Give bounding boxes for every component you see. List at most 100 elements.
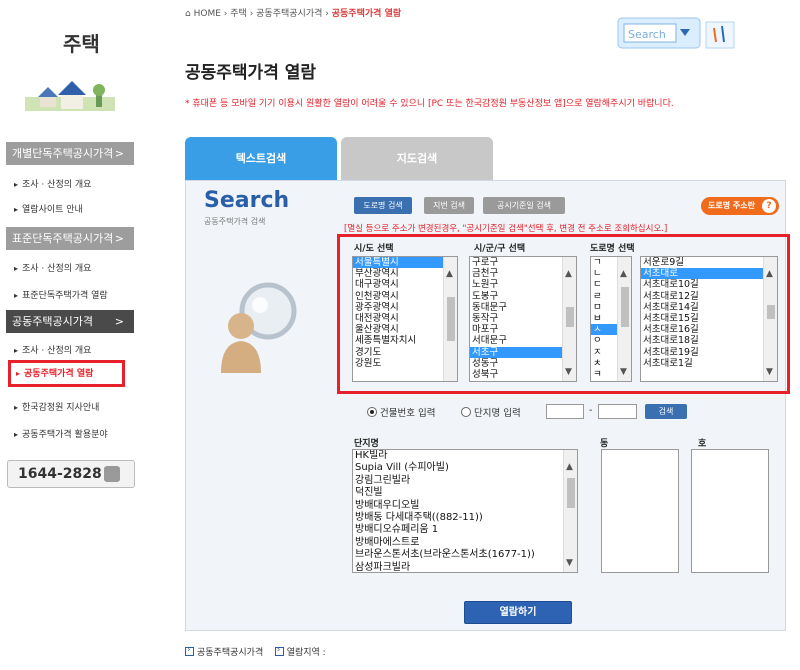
sidebar-item-apartment-view[interactable]: ▸ 공동주택가격 열람 <box>8 360 125 387</box>
list-option[interactable]: 서대문구 <box>470 335 576 346</box>
scrollbar[interactable]: ▲ <box>443 257 457 381</box>
road-address-help-button[interactable]: 도로명 주소란 ? <box>701 197 779 215</box>
list-option[interactable]: 서초대로15길 <box>641 313 777 324</box>
list-option[interactable]: 도봉구 <box>470 291 576 302</box>
question-icon: ? <box>762 199 776 213</box>
list-option[interactable]: 방배마에스트로 <box>353 537 577 549</box>
scrollbar[interactable]: ▲ ▼ <box>763 257 777 381</box>
list-option[interactable]: 성동구 <box>470 358 576 369</box>
tab-text-search[interactable]: 텍스트검색 <box>185 137 337 180</box>
lot-search-button[interactable]: 지번 검색 <box>424 197 474 214</box>
sidebar-item-branch-info[interactable]: ▸ 한국감정원 지사안내 <box>14 400 132 413</box>
breadcrumb-apartment[interactable]: 공동주택공시가격 <box>256 9 322 19</box>
road-listbox[interactable]: 서운로9길 서초대로 서초대로10길 서초대로12길 서초대로14길 서초대로15길 서초대… <box>640 256 778 382</box>
list-option[interactable]: 삼성파크빌라 <box>353 562 577 572</box>
breadcrumb-home[interactable]: HOME <box>194 9 221 19</box>
sidebar-item-standard-view[interactable]: ▸ 표준단독주택가격 열람 <box>14 288 132 301</box>
view-button[interactable]: 열람하기 <box>464 601 572 624</box>
building-number-sub-input[interactable] <box>598 404 637 419</box>
radio-building-number[interactable]: 건물번호 입력 <box>367 405 435 419</box>
footer-link-price[interactable]: 공동주택공시가격 <box>197 648 263 658</box>
list-option[interactable]: 동작구 <box>470 313 576 324</box>
list-option[interactable]: 인천광역시 <box>353 291 457 302</box>
sidebar-header-individual[interactable]: 개별단독주택공시가격 > <box>6 142 134 165</box>
dong-listbox[interactable] <box>601 449 679 573</box>
list-option[interactable]: 서초대로14길 <box>641 302 777 313</box>
date-search-button[interactable]: 공시기준일 검색 <box>483 197 565 214</box>
scroll-thumb[interactable] <box>566 307 574 327</box>
list-option[interactable]: 강원도 <box>353 358 457 369</box>
list-option[interactable]: Supia Vill (수피아빌) <box>353 462 577 474</box>
scroll-thumb[interactable] <box>767 305 775 319</box>
list-option[interactable]: 방배동 다세대주택((882-11)) <box>353 512 577 524</box>
list-option[interactable]: 성북구 <box>470 369 576 380</box>
sidebar-header-label: 표준단독주택공시가격 <box>12 232 114 245</box>
radio-unchecked-icon[interactable] <box>461 407 471 417</box>
find-button[interactable]: 검색 <box>645 404 687 419</box>
sidebar-header-standard[interactable]: 표준단독주택공시가격 > <box>6 227 134 250</box>
list-option[interactable]: 방배대우디오빌 <box>353 500 577 512</box>
list-option[interactable]: 마포구 <box>470 324 576 335</box>
complex-listbox[interactable]: HK빌라 Supia Vill (수피아빌) 강림그린빌라 덕진빌 방배대우디오빌 방배동… <box>352 449 578 573</box>
scroll-thumb[interactable] <box>567 478 575 508</box>
list-option[interactable]: 노원구 <box>470 279 576 290</box>
scroll-thumb[interactable] <box>447 297 455 341</box>
list-option[interactable]: 광주광역시 <box>353 302 457 313</box>
list-option[interactable]: 구로구 <box>470 257 576 268</box>
list-option[interactable]: 강림그린빌라 <box>353 475 577 487</box>
radio-checked-icon[interactable] <box>367 407 377 417</box>
initial-consonant-listbox[interactable]: ㄱㄴㄷㄹㅁㅂㅅㅇㅈㅊㅋㅌ▲▼ <box>590 256 632 382</box>
breadcrumb-housing[interactable]: 주택 <box>230 9 247 19</box>
list-option[interactable]: 서초대로 <box>641 268 777 280</box>
list-option[interactable]: 브라운스톤서초(브라운스톤서초(1677-1)) <box>353 549 577 561</box>
sidebar-item-individual-sites[interactable]: ▸ 열람사이트 안내 <box>14 202 132 215</box>
scroll-down-icon[interactable]: ▼ <box>766 367 773 377</box>
scroll-thumb[interactable] <box>621 287 629 327</box>
list-option[interactable]: 서초대로18길 <box>641 335 777 346</box>
list-option[interactable]: 경기도 <box>353 347 457 358</box>
sigungu-listbox[interactable]: 구로구 금천구 노원구 도봉구 동대문구 동작구 마포구 서대문구 서초구 성동구 성북구 ▲ ▼ <box>469 256 577 382</box>
list-option[interactable]: 부산광역시 <box>353 268 457 279</box>
list-option[interactable]: 서운로9길 <box>641 257 777 268</box>
list-option[interactable]: 방배디오슈페리움 1 <box>353 524 577 536</box>
footer-link-region[interactable]: 열람지역 : <box>287 648 326 658</box>
list-option[interactable]: 서초대로16길 <box>641 324 777 335</box>
scrollbar[interactable]: ▲ ▼ <box>562 257 576 381</box>
scroll-down-icon[interactable]: ▼ <box>566 558 573 568</box>
list-option[interactable]: 대구광역시 <box>353 279 457 290</box>
list-option[interactable]: 서초대로19길 <box>641 347 777 358</box>
list-option[interactable]: 서초구 <box>470 346 576 358</box>
list-option[interactable]: 서울특별시 <box>353 257 457 269</box>
sidebar-item-standard-overview[interactable]: ▸ 조사 · 산정의 개요 <box>14 261 132 274</box>
list-option[interactable]: 서초대로1길 <box>641 358 777 369</box>
list-option[interactable]: 울산광역시 <box>353 324 457 335</box>
scroll-down-icon[interactable]: ▼ <box>620 367 627 377</box>
list-option[interactable]: 동대문구 <box>470 302 576 313</box>
list-option[interactable]: HK빌라 <box>353 450 577 462</box>
radio-complex-name[interactable]: 단지명 입력 <box>461 405 521 419</box>
list-option[interactable]: 대전광역시 <box>353 313 457 324</box>
list-option[interactable]: 서초대로12길 <box>641 291 777 302</box>
scroll-up-icon[interactable]: ▲ <box>565 269 572 279</box>
scroll-up-icon[interactable]: ▲ <box>766 269 773 279</box>
sidebar-item-apartment-overview[interactable]: ▸ 조사 · 산정의 개요 <box>14 343 132 356</box>
scroll-up-icon[interactable]: ▲ <box>446 269 453 279</box>
road-search-button[interactable]: 도로명 검색 <box>354 197 412 214</box>
list-option[interactable]: 금천구 <box>470 268 576 279</box>
sido-listbox[interactable]: 서울특별시 부산광역시 대구광역시 인천광역시 광주광역시 대전광역시 울산광역시 세종특별자… <box>352 256 458 382</box>
chevron-right-icon: > <box>114 315 124 328</box>
sidebar-item-individual-overview[interactable]: ▸ 조사 · 산정의 개요 <box>14 177 132 190</box>
sidebar-item-usage[interactable]: ▸ 공동주택가격 활용분야 <box>14 427 132 440</box>
tab-map-search[interactable]: 지도검색 <box>341 137 493 180</box>
scroll-up-icon[interactable]: ▲ <box>566 462 573 472</box>
list-option[interactable]: 덕진빌 <box>353 487 577 499</box>
scroll-down-icon[interactable]: ▼ <box>565 367 572 377</box>
ho-listbox[interactable] <box>691 449 769 573</box>
scrollbar[interactable]: ▲ ▼ <box>563 450 577 572</box>
list-option[interactable]: 서초대로10길 <box>641 279 777 290</box>
scrollbar[interactable]: ▲ ▼ <box>617 257 631 381</box>
sidebar-header-apartment[interactable]: 공동주택공시가격 > <box>6 310 134 333</box>
list-option[interactable]: 세종특별자치시 <box>353 335 457 346</box>
scroll-up-icon[interactable]: ▲ <box>620 269 627 279</box>
building-number-main-input[interactable] <box>546 404 584 419</box>
